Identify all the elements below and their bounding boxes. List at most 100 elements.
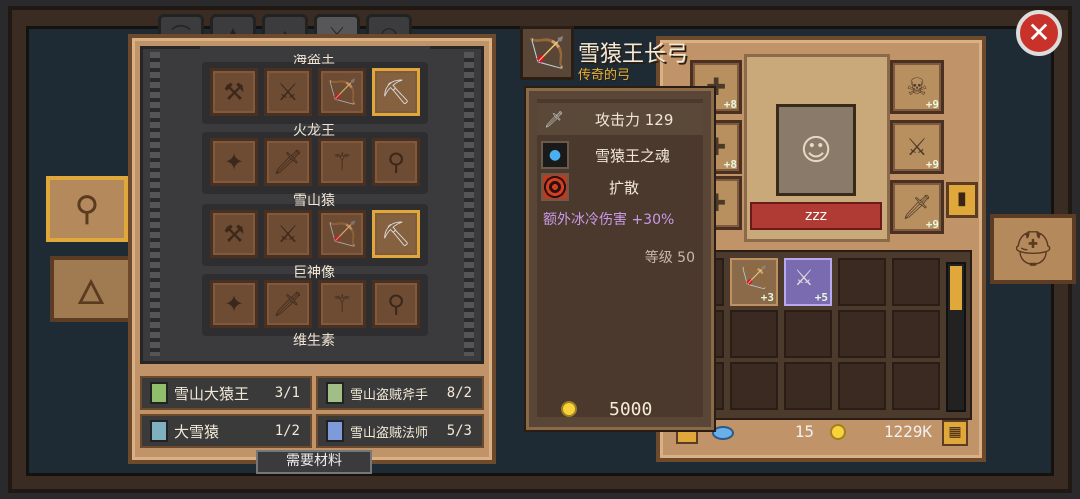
blade-icon: ⚔ — [794, 266, 814, 291]
material-item[interactable]: 雪山盗贼斧手 8/2 — [316, 376, 484, 410]
inventory-slot[interactable] — [838, 362, 886, 410]
recipe-slot[interactable]: ⛏ — [372, 68, 420, 116]
recipe-slot[interactable]: ⚚ — [318, 280, 366, 328]
weapon-icon: 🗡 — [272, 290, 304, 318]
material-card-icon — [150, 420, 168, 442]
recipe-slot[interactable]: ⛏ — [372, 210, 420, 258]
weapon-icon: ⚔ — [277, 78, 299, 106]
material-count: 1/2 — [274, 423, 300, 439]
recipe-group-label: 巨神像 — [293, 265, 335, 281]
recipe-slot[interactable]: ⚔ — [264, 210, 312, 258]
material-item[interactable]: 大雪猿 1/2 — [140, 414, 312, 448]
inventory-slot[interactable] — [838, 310, 886, 358]
recipe-group-label: 雪山猿 — [293, 193, 335, 209]
recipe-group-label: 维生素 — [293, 333, 335, 349]
upgrade-level: +9 — [925, 98, 939, 111]
skill1-row: ● 雪猿王之魂 — [537, 139, 703, 171]
recipe-slot[interactable]: ⚚ — [318, 138, 366, 186]
character-sprite: ☺ — [776, 104, 856, 196]
recipe-slot[interactable]: ⚒ — [210, 68, 258, 116]
inventory-slot[interactable] — [838, 258, 886, 306]
recipe-slot[interactable]: ⚒ — [210, 210, 258, 258]
equipment-slot[interactable]: ☠ +9 — [890, 60, 944, 114]
recipe-slot[interactable]: ⚲ — [372, 138, 420, 186]
inventory-slot[interactable] — [784, 362, 832, 410]
menu-grid-button[interactable]: ▦ — [942, 420, 968, 446]
need-materials-label: 需要材料 — [256, 450, 372, 474]
material-name: 大雪猿 — [174, 422, 220, 441]
item-tooltip: 🗡 攻击力 129 ● 雪猿王之魂 扩散 额外冰冷伤害 +30% 等级 50 5… — [526, 88, 714, 430]
helmet-icon: ⛑ — [1011, 229, 1055, 269]
weapon-icon: 🏹 — [327, 220, 357, 248]
inventory-slot[interactable]: 🏹 +3 — [730, 258, 778, 306]
weapon-icon: ⚔ — [277, 220, 299, 248]
upgrade-level: +9 — [925, 218, 939, 231]
weapon-icon: ⚒ — [223, 220, 245, 248]
list-top-mask — [200, 46, 430, 54]
skill1-label: 雪猿王之魂 — [595, 146, 671, 165]
equipment-slot[interactable]: ⚔ +9 — [890, 120, 944, 174]
recipe-slot[interactable]: ⚔ — [264, 68, 312, 116]
recipe-slot[interactable]: ⚲ — [372, 280, 420, 328]
sword-icon: 🗡 — [543, 109, 565, 129]
recipe-slot[interactable]: 🗡 — [264, 280, 312, 328]
recipe-slot[interactable]: 🏹 — [318, 68, 366, 116]
bonus-text: 额外冰冷伤害 +30% — [543, 212, 675, 228]
tooltip-item-rarity: 传奇的弓 — [578, 68, 631, 83]
chain-right — [464, 52, 474, 356]
helmet-side-button[interactable]: ⛑ — [990, 214, 1076, 284]
feather-icon: 🜂 — [76, 272, 106, 313]
tooltip-body: 🗡 攻击力 129 ● 雪猿王之魂 扩散 额外冰冷伤害 +30% 等级 50 5… — [537, 99, 703, 420]
inventory-tab-button[interactable]: ▮ — [946, 182, 978, 218]
recipe-slot[interactable]: ✦ — [210, 280, 258, 328]
weapon-icon: ✦ — [223, 290, 245, 318]
inventory-slot[interactable] — [784, 310, 832, 358]
upgrade-level: +8 — [723, 158, 737, 171]
gold-count: 1229K — [883, 422, 932, 441]
material-count: 8/2 — [446, 385, 472, 401]
feather-side-button[interactable]: 🜂 — [50, 256, 132, 322]
inventory-scrollbar[interactable] — [946, 262, 966, 412]
recipe-slot[interactable]: 🏹 — [318, 210, 366, 258]
price-row: 5000 — [537, 395, 703, 423]
key-icon: ⚲ — [74, 189, 100, 229]
material-name: 雪山盗贼斧手 — [350, 387, 429, 403]
inventory-slot[interactable] — [892, 310, 940, 358]
recipe-slot[interactable]: 🗡 — [264, 138, 312, 186]
weapon-icon: ⚲ — [387, 148, 405, 176]
tab-icon: ▮ — [957, 188, 967, 209]
attack-row: 🗡 攻击力 129 — [537, 103, 703, 135]
forge-side-button[interactable]: ⚲ — [46, 176, 128, 242]
weapon-icon: ⛏ — [380, 220, 412, 248]
item-level: 等级 50 — [644, 250, 695, 266]
tooltip-item-icon: 🏹 — [520, 26, 574, 80]
material-item[interactable]: 雪山盗贼法师 5/3 — [316, 414, 484, 448]
material-item[interactable]: 雪山大猿王 3/1 — [140, 376, 312, 410]
material-card-icon — [326, 382, 344, 404]
gold-coin-icon — [561, 401, 577, 417]
material-count: 5/3 — [446, 423, 472, 439]
attack-stat: 攻击力 129 — [595, 110, 674, 129]
material-name: 雪山大猿王 — [174, 384, 250, 403]
inventory-slot[interactable] — [892, 362, 940, 410]
inventory-slot[interactable] — [730, 310, 778, 358]
spread-icon — [541, 173, 569, 201]
bow-icon: 🏹 — [528, 35, 566, 71]
recipe-slot[interactable]: ✦ — [210, 138, 258, 186]
weapon-icon: ⚲ — [387, 290, 405, 318]
gem-icon — [712, 426, 734, 440]
grid-icon: ▦ — [948, 424, 962, 440]
recipe-group-label: 火龙王 — [293, 123, 335, 139]
weapon-icon: 🗡 — [272, 148, 304, 176]
inventory-slot[interactable] — [892, 258, 940, 306]
bow-icon: 🏹 — [740, 266, 768, 291]
inventory-slot[interactable]: ⚔ +5 — [784, 258, 832, 306]
inventory-slot[interactable] — [730, 362, 778, 410]
material-card-icon — [150, 382, 168, 404]
close-button[interactable]: ✕ — [1016, 10, 1062, 56]
soul-flame-icon: ● — [541, 141, 569, 169]
weapon-icon: ⚚ — [331, 148, 353, 176]
equipment-slot[interactable]: 🗡 +9 — [890, 180, 944, 234]
scrollbar-thumb[interactable] — [950, 266, 962, 310]
upgrade-level: +8 — [723, 98, 737, 111]
